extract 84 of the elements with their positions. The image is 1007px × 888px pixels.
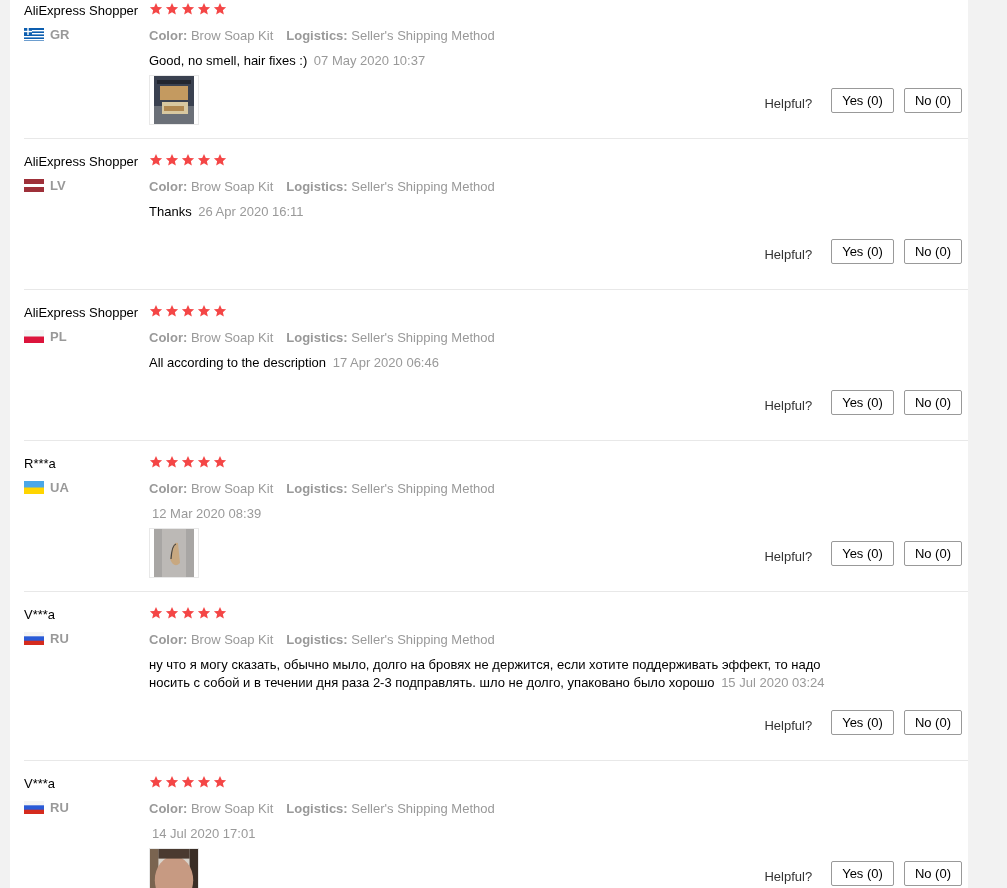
review-date: 14 Jul 2020 17:01	[152, 826, 256, 841]
flag-icon	[24, 801, 44, 814]
star-icon	[181, 606, 195, 620]
star-icon	[165, 304, 179, 318]
reviewer-name: R***a	[24, 455, 57, 472]
product-color: Color: Brow Soap Kit	[149, 27, 274, 44]
logistics-info: Logistics: Seller's Shipping Method	[286, 480, 495, 497]
reviewer-name: V***a	[24, 775, 57, 792]
star-icon	[213, 2, 227, 16]
no-button[interactable]: No (0)	[903, 709, 962, 735]
no-button[interactable]: No (0)	[903, 540, 962, 566]
star-icon	[213, 455, 227, 469]
flag-icon	[24, 179, 44, 192]
country-code: RU	[50, 631, 69, 646]
review-text: ну что я могу сказать, обычно мыло, долго на бровях не держится, если хотите поддерживать эффект, то надо носить с собой и в течении дня раза 2-3 подправлять. шло не долго, упаковано было хорошо 15 Jul 2020 03:24	[149, 656, 826, 692]
country-code: RU	[50, 800, 69, 815]
helpful-label: Helpful?	[764, 95, 813, 111]
star-icon	[165, 2, 179, 16]
country-code: GR	[50, 27, 70, 42]
product-color: Color: Brow Soap Kit	[149, 329, 274, 346]
product-color: Color: Brow Soap Kit	[149, 178, 274, 195]
product-color: Color: Brow Soap Kit	[149, 631, 274, 648]
reviewer-name: V***a	[24, 606, 57, 623]
star-icon	[181, 775, 195, 789]
logistics-info: Logistics: Seller's Shipping Method	[286, 27, 495, 44]
star-icon	[149, 153, 163, 167]
star-icon	[197, 606, 211, 620]
review-text: Thanks 26 Apr 2020 16:11	[149, 203, 305, 221]
country-code: LV	[50, 178, 66, 193]
helpful-label: Helpful?	[764, 717, 813, 733]
star-icon	[165, 606, 179, 620]
country-code: UA	[50, 480, 69, 495]
no-button[interactable]: No (0)	[903, 87, 962, 113]
helpful-label: Helpful?	[764, 246, 813, 262]
yes-button[interactable]: Yes (0)	[831, 238, 894, 264]
star-icon	[213, 606, 227, 620]
yes-button[interactable]: Yes (0)	[831, 389, 894, 415]
star-icon	[213, 153, 227, 167]
star-icon	[165, 153, 179, 167]
flag-icon	[24, 632, 44, 645]
product-color: Color: Brow Soap Kit	[149, 800, 274, 817]
product-color: Color: Brow Soap Kit	[149, 480, 274, 497]
logistics-info: Logistics: Seller's Shipping Method	[286, 631, 495, 648]
star-icon	[149, 775, 163, 789]
star-icon	[197, 153, 211, 167]
no-button[interactable]: No (0)	[903, 860, 962, 886]
logistics-info: Logistics: Seller's Shipping Method	[286, 178, 495, 195]
flag-icon	[24, 330, 44, 343]
yes-button[interactable]: Yes (0)	[831, 87, 894, 113]
star-icon	[197, 775, 211, 789]
review-text: All according to the description 17 Apr 2020 06:46	[149, 354, 440, 372]
star-icon	[181, 2, 195, 16]
no-button[interactable]: No (0)	[903, 238, 962, 264]
star-icon	[149, 606, 163, 620]
star-icon	[165, 775, 179, 789]
helpful-label: Helpful?	[764, 548, 813, 564]
star-icon	[181, 455, 195, 469]
star-icon	[181, 153, 195, 167]
no-button[interactable]: No (0)	[903, 389, 962, 415]
star-icon	[197, 304, 211, 318]
star-icon	[149, 2, 163, 16]
reviewer-name: AliExpress Shopper	[24, 153, 140, 170]
yes-button[interactable]: Yes (0)	[831, 540, 894, 566]
star-icon	[213, 775, 227, 789]
star-icon	[197, 2, 211, 16]
star-icon	[213, 304, 227, 318]
flag-icon	[24, 481, 44, 494]
review-date: 12 Mar 2020 08:39	[152, 506, 262, 521]
star-icon	[181, 304, 195, 318]
helpful-label: Helpful?	[764, 397, 813, 413]
star-icon	[197, 455, 211, 469]
logistics-info: Logistics: Seller's Shipping Method	[286, 800, 495, 817]
logistics-info: Logistics: Seller's Shipping Method	[286, 329, 495, 346]
flag-icon	[24, 28, 44, 41]
reviewer-name: AliExpress Shopper	[24, 2, 140, 19]
yes-button[interactable]: Yes (0)	[831, 860, 894, 886]
country-code: PL	[50, 329, 67, 344]
star-icon	[149, 455, 163, 469]
review-text: Good, no smell, hair fixes :) 07 May 2020 10:37	[149, 52, 427, 70]
star-icon	[165, 455, 179, 469]
star-icon	[149, 304, 163, 318]
reviewer-name: AliExpress Shopper	[24, 304, 140, 321]
helpful-label: Helpful?	[764, 868, 813, 884]
yes-button[interactable]: Yes (0)	[831, 709, 894, 735]
